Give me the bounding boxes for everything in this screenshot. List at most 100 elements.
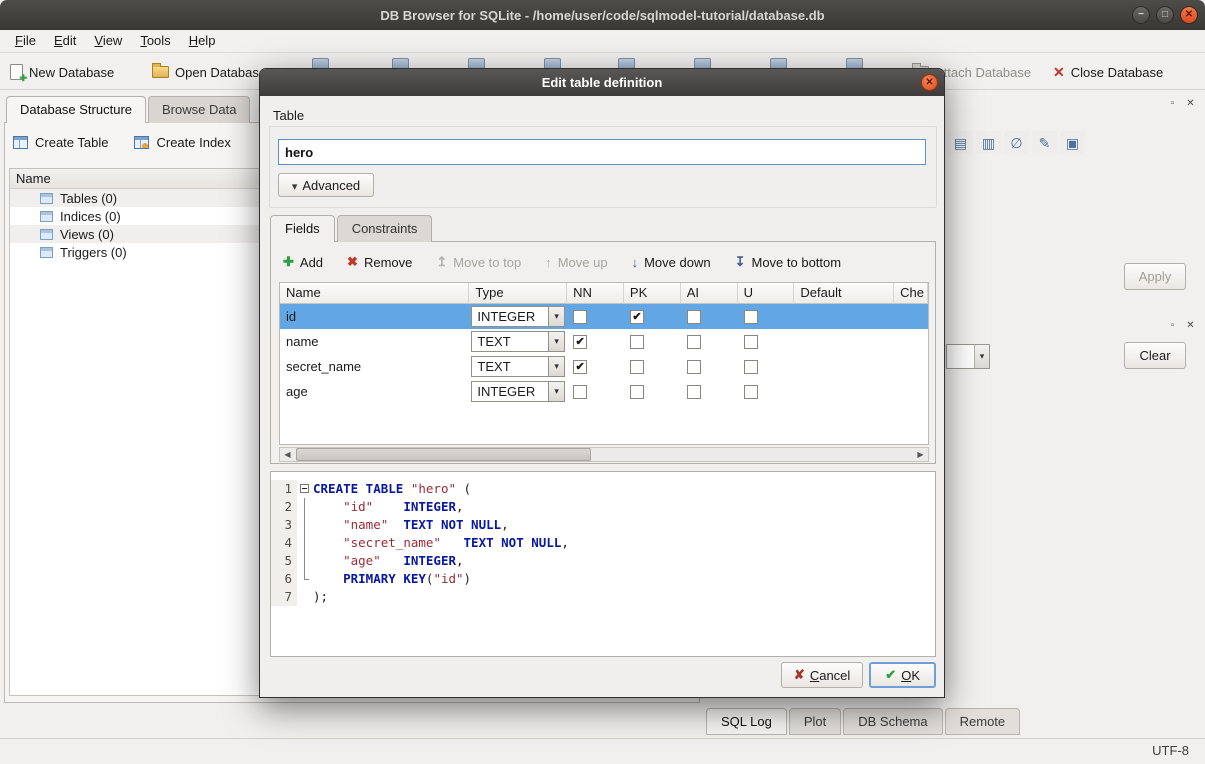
filter-combo[interactable] [946, 344, 990, 369]
field-row-id[interactable]: idINTEGER [280, 304, 928, 329]
sql-line: 7); [271, 588, 935, 606]
ai-checkbox[interactable] [687, 310, 701, 324]
tab-db-schema[interactable]: DB Schema [843, 708, 942, 735]
default-cell[interactable] [794, 354, 894, 379]
add-button[interactable]: ✚Add [283, 254, 323, 270]
pk-checkbox[interactable] [630, 310, 644, 324]
add-icon: ✚ [283, 254, 294, 270]
ai-checkbox[interactable] [687, 335, 701, 349]
move-up-label: Move up [558, 255, 608, 270]
check-cell[interactable] [894, 304, 928, 329]
column-header-default[interactable]: Default [794, 283, 894, 304]
grid-hscrollbar[interactable] [279, 447, 929, 462]
sql-code: ); [313, 588, 328, 606]
pk-checkbox[interactable] [630, 360, 644, 374]
tab-database-structure[interactable]: Database Structure [6, 96, 146, 123]
tab-browse-data[interactable]: Browse Data [148, 96, 250, 123]
check-cell[interactable] [894, 379, 928, 404]
create-table-button[interactable]: Create Table [13, 135, 108, 150]
column-header-name[interactable]: Name [280, 283, 469, 304]
clear-button[interactable]: Clear [1124, 342, 1186, 369]
minimize-icon[interactable] [1132, 6, 1150, 24]
field-row-age[interactable]: ageINTEGER [280, 379, 928, 404]
set-null-icon[interactable]: ∅ [1004, 131, 1029, 154]
type-select[interactable]: TEXT [471, 331, 565, 352]
pk-checkbox[interactable] [630, 335, 644, 349]
type-select[interactable]: TEXT [471, 356, 565, 377]
type-select[interactable]: INTEGER [471, 381, 565, 402]
nn-checkbox[interactable] [573, 335, 587, 349]
close-dock-icon[interactable] [1184, 98, 1197, 111]
menu-tools[interactable]: Tools [131, 30, 179, 52]
ok-button[interactable]: OK [869, 662, 936, 688]
field-type-cell: INTEGER [469, 379, 567, 404]
menu-help[interactable]: Help [180, 30, 225, 52]
column-header-nn[interactable]: NN [567, 283, 624, 304]
ai-checkbox[interactable] [687, 360, 701, 374]
cancel-button[interactable]: Cancel [781, 662, 863, 688]
dialog-buttons: Cancel OK [781, 662, 936, 688]
move-to-bottom-button[interactable]: ↧Move to bottom [735, 254, 842, 270]
scroll-right-icon[interactable] [913, 448, 928, 461]
column-header-che[interactable]: Che [894, 283, 928, 304]
nn-checkbox[interactable] [573, 310, 587, 324]
menu-file[interactable]: File [6, 30, 45, 52]
sql-preview[interactable]: 1CREATE TABLE "hero" (2 "id" INTEGER,3 "… [270, 471, 936, 657]
float-dock-icon[interactable] [1166, 320, 1179, 333]
field-row-secret-name[interactable]: secret_nameTEXT [280, 354, 928, 379]
float-dock-icon[interactable] [1166, 98, 1179, 111]
tab-plot[interactable]: Plot [789, 708, 841, 735]
column-header-ai[interactable]: AI [681, 283, 738, 304]
type-select[interactable]: INTEGER [471, 306, 565, 327]
close-database-button[interactable]: Close Database [1053, 60, 1163, 84]
export-icon[interactable]: ▥ [976, 131, 1001, 154]
u-checkbox[interactable] [744, 335, 758, 349]
column-header-type[interactable]: Type [469, 283, 567, 304]
fold-collapse-icon[interactable] [300, 484, 309, 493]
field-row-name[interactable]: nameTEXT [280, 329, 928, 354]
column-header-pk[interactable]: PK [624, 283, 681, 304]
apply-button[interactable]: Apply [1124, 263, 1186, 290]
default-cell[interactable] [794, 379, 894, 404]
close-dock-icon[interactable] [1184, 320, 1197, 333]
check-cell[interactable] [894, 354, 928, 379]
scroll-left-icon[interactable] [280, 448, 295, 461]
default-cell[interactable] [794, 304, 894, 329]
scroll-thumb[interactable] [296, 448, 591, 461]
import-icon[interactable]: ▤ [948, 131, 973, 154]
menu-view[interactable]: View [85, 30, 131, 52]
check-cell[interactable] [894, 329, 928, 354]
fold-margin[interactable] [297, 480, 313, 498]
create-index-button[interactable]: Create Index [134, 135, 230, 150]
copy-icon[interactable]: ▣ [1060, 131, 1085, 154]
move-down-button[interactable]: ↓Move down [632, 255, 711, 270]
nn-cell [567, 379, 624, 404]
sql-code: "age" INTEGER, [313, 552, 464, 570]
dialog-close-icon[interactable] [921, 74, 938, 91]
column-header-u[interactable]: U [738, 283, 795, 304]
field-name-cell[interactable]: name [280, 329, 469, 354]
field-name-cell[interactable]: secret_name [280, 354, 469, 379]
u-checkbox[interactable] [744, 310, 758, 324]
default-cell[interactable] [794, 329, 894, 354]
nn-checkbox[interactable] [573, 385, 587, 399]
advanced-button[interactable]: Advanced [278, 173, 374, 197]
field-name-cell[interactable]: age [280, 379, 469, 404]
tab-remote[interactable]: Remote [945, 708, 1021, 735]
ai-checkbox[interactable] [687, 385, 701, 399]
dialog-tab-constraints[interactable]: Constraints [337, 215, 433, 242]
maximize-icon[interactable] [1156, 6, 1174, 24]
pk-checkbox[interactable] [630, 385, 644, 399]
u-checkbox[interactable] [744, 360, 758, 374]
menu-edit[interactable]: Edit [45, 30, 85, 52]
u-checkbox[interactable] [744, 385, 758, 399]
nn-checkbox[interactable] [573, 360, 587, 374]
dialog-tab-fields[interactable]: Fields [270, 215, 335, 242]
field-name-cell[interactable]: id [280, 304, 469, 329]
table-name-input[interactable] [278, 139, 926, 165]
tab-sql-log[interactable]: SQL Log [706, 708, 787, 735]
edit-icon[interactable]: ✎ [1032, 131, 1057, 154]
remove-button[interactable]: ✖Remove [347, 254, 412, 270]
close-icon[interactable] [1180, 6, 1198, 24]
new-database-button[interactable]: New Database [10, 60, 114, 84]
